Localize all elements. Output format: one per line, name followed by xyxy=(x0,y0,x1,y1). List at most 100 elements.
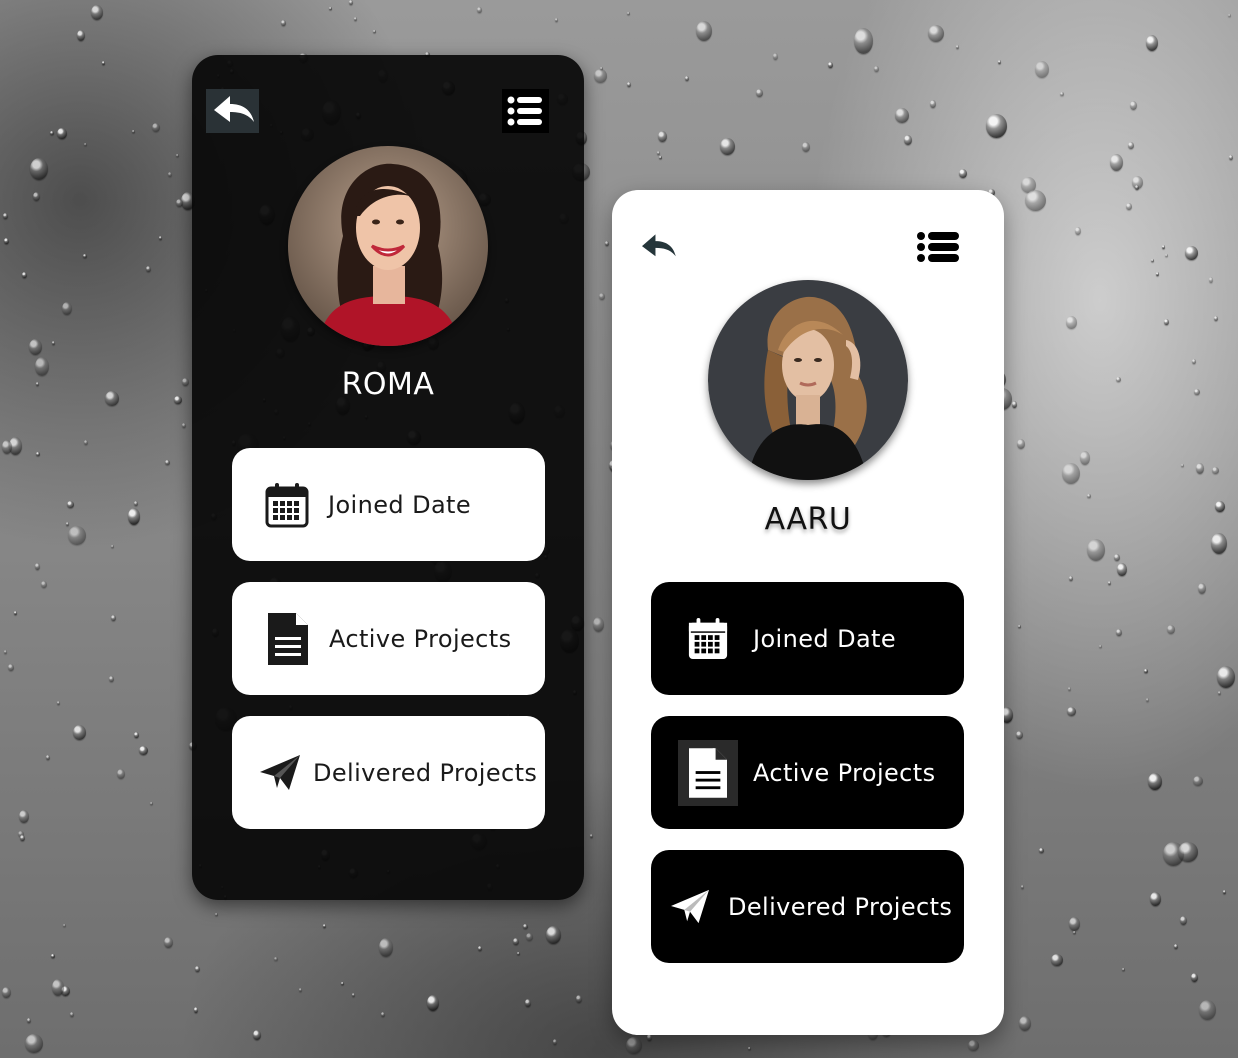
rain-drop xyxy=(63,924,66,927)
back-button[interactable] xyxy=(206,89,259,133)
rain-drop xyxy=(1215,501,1225,512)
rain-drop xyxy=(523,924,528,929)
active-projects-button[interactable]: Active Projects xyxy=(232,582,545,695)
rain-drop xyxy=(477,7,482,13)
rain-drop xyxy=(168,172,172,177)
paper-plane-icon xyxy=(671,889,709,925)
rain-drop xyxy=(1018,625,1021,628)
rain-drop xyxy=(956,45,959,49)
rain-drop xyxy=(1122,968,1125,971)
joined-date-button[interactable]: Joined Date xyxy=(651,582,964,695)
rain-drop xyxy=(1212,467,1219,474)
rain-drop xyxy=(1039,848,1044,853)
tile-label: Active Projects xyxy=(329,624,512,653)
tile-label: Joined Date xyxy=(753,624,897,653)
rain-drop xyxy=(50,131,54,135)
rain-drop xyxy=(91,5,103,20)
rain-drop xyxy=(1114,554,1120,561)
rain-drop xyxy=(593,617,604,632)
rain-drop xyxy=(647,1034,652,1041)
rain-drop xyxy=(959,169,967,178)
rain-drop xyxy=(52,341,55,345)
rain-drop xyxy=(73,725,86,740)
rain-drop xyxy=(134,732,139,738)
rain-drop xyxy=(1198,583,1206,594)
rain-drop xyxy=(1164,319,1169,325)
list-menu-icon xyxy=(917,232,959,262)
rain-drop xyxy=(478,946,482,951)
rain-drop xyxy=(1211,533,1227,554)
document-icon xyxy=(678,739,738,806)
calendar-icon xyxy=(265,482,309,528)
rain-drop xyxy=(854,28,873,54)
rain-drop xyxy=(968,1040,979,1051)
rain-drop xyxy=(352,993,355,997)
rain-drop xyxy=(1165,254,1168,257)
rain-drop xyxy=(1167,625,1175,634)
rain-drop xyxy=(35,357,49,376)
rain-drop xyxy=(1199,1000,1216,1020)
rain-drop xyxy=(195,966,200,972)
document-icon xyxy=(268,612,308,665)
rain-drop xyxy=(427,995,439,1011)
rain-drop xyxy=(4,650,7,654)
rain-drop xyxy=(513,938,519,945)
rain-drop xyxy=(526,933,533,941)
profile-name: AARU xyxy=(764,502,852,537)
rain-drop xyxy=(1126,203,1132,210)
rain-drop xyxy=(146,266,151,272)
calendar-icon xyxy=(687,617,729,661)
rain-drop xyxy=(3,213,8,219)
rain-drop xyxy=(748,1047,751,1050)
profile-card-dark: ROMA Joined Date Active Projects Deliver… xyxy=(192,55,584,900)
rain-drop xyxy=(165,460,170,465)
delivered-projects-button[interactable]: Delivered Projects xyxy=(651,850,964,963)
rain-drop xyxy=(164,937,173,948)
rain-drop xyxy=(1066,316,1077,329)
rain-drop xyxy=(773,53,778,60)
rain-drop xyxy=(1214,316,1218,321)
rain-drop xyxy=(373,30,376,33)
rain-drop xyxy=(8,664,14,671)
back-button[interactable] xyxy=(637,230,679,264)
rain-drop xyxy=(1080,451,1090,465)
rain-drop xyxy=(1016,731,1023,739)
rain-drop xyxy=(1012,401,1017,408)
rain-drop xyxy=(1181,464,1184,467)
rain-drop xyxy=(1051,954,1063,966)
delivered-projects-button[interactable]: Delivered Projects xyxy=(232,716,545,829)
joined-date-button[interactable]: Joined Date xyxy=(232,448,545,561)
rain-drop xyxy=(84,143,87,146)
rain-drop xyxy=(555,18,558,22)
active-projects-button[interactable]: Active Projects xyxy=(651,716,964,829)
tile-label: Delivered Projects xyxy=(313,758,538,787)
rain-drop xyxy=(30,158,48,180)
rain-drop xyxy=(928,25,944,42)
menu-button[interactable] xyxy=(502,89,549,133)
rain-drop xyxy=(33,192,40,201)
avatar xyxy=(288,146,488,346)
rain-drop xyxy=(590,834,593,838)
rain-drop xyxy=(1146,35,1158,51)
rain-drop xyxy=(874,66,879,72)
rain-drop xyxy=(1180,916,1187,925)
rain-drop xyxy=(1223,890,1226,894)
rain-drop xyxy=(802,142,810,152)
rain-drop xyxy=(274,957,278,961)
rain-drop xyxy=(66,522,69,526)
menu-button[interactable] xyxy=(916,230,960,264)
list-menu-icon xyxy=(502,89,549,133)
paper-plane-icon xyxy=(260,754,300,791)
rain-drop xyxy=(354,17,357,21)
rain-drop xyxy=(1117,563,1127,576)
rain-drop xyxy=(904,135,912,145)
rain-drop xyxy=(599,293,605,300)
rain-drop xyxy=(4,238,9,244)
rain-drop xyxy=(109,676,114,682)
rain-drop xyxy=(1087,539,1105,561)
rain-drop xyxy=(132,130,135,133)
rain-drop xyxy=(1191,973,1198,982)
rain-drop xyxy=(349,0,353,5)
rain-drop xyxy=(1025,190,1046,211)
rain-drop xyxy=(1087,494,1091,498)
